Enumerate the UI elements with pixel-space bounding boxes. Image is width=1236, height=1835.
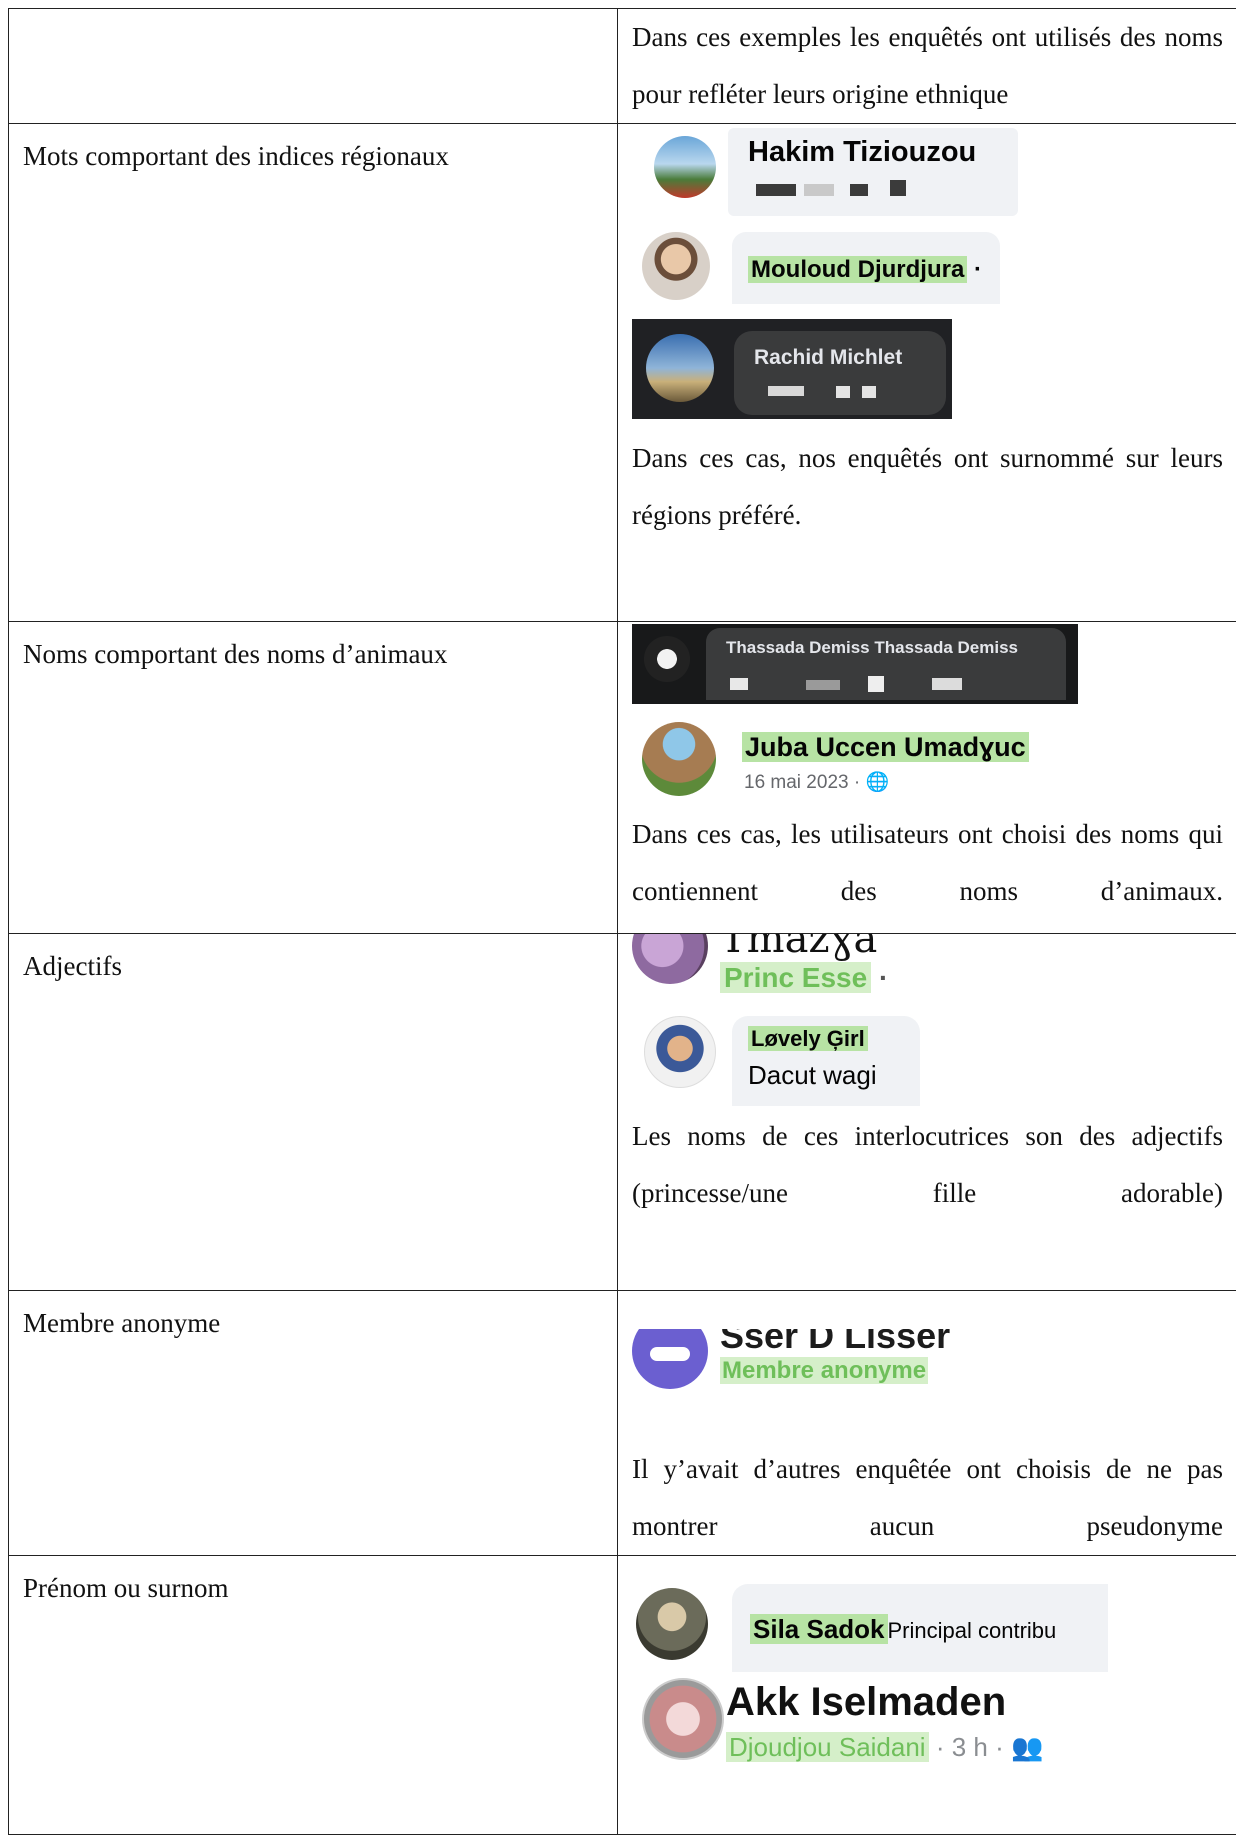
- blurred-text: [862, 386, 876, 398]
- anonymous-badge: Membre anonyme: [720, 1357, 928, 1385]
- blurred-text: [890, 180, 906, 196]
- table-row: Mots comportant des indices régionaux Ha…: [9, 124, 1236, 622]
- table-row: Membre anonyme Sser D Lisser Membre anon…: [9, 1291, 1236, 1556]
- avatar: [644, 636, 690, 682]
- category-cell: Adjectifs: [9, 934, 618, 1291]
- blurred-text: [932, 678, 962, 690]
- profile-name: Princ Esse ·: [720, 962, 888, 994]
- blurred-text: [850, 184, 868, 196]
- comment-bubble: [734, 331, 946, 415]
- blurred-text: [804, 184, 834, 196]
- avatar: [632, 934, 708, 984]
- blurred-text: [868, 676, 884, 692]
- example-cell: Hakim Tiziouzou Mouloud Djurdjura · Rach…: [618, 124, 1236, 622]
- avatar: [642, 1678, 724, 1760]
- comment-text: Dacut wagi: [748, 1060, 877, 1091]
- table-row: Dans ces exemples les enquêtés ont utili…: [9, 9, 1236, 124]
- table-row: Adjectifs Tmazɣa Princ Esse · Løvely Ģir…: [9, 934, 1236, 1291]
- group-icon: 👥: [1011, 1732, 1043, 1762]
- post-meta: Djoudjou Saidani · 3 h · 👥: [726, 1732, 1043, 1763]
- example-cell: Sser D Lisser Membre anonyme Il y’avait …: [618, 1291, 1236, 1556]
- profile-screenshots: Hakim Tiziouzou Mouloud Djurdjura · Rach…: [632, 124, 1236, 424]
- category-cell: [9, 9, 618, 124]
- category-cell: Prénom ou surnom: [9, 1556, 618, 1835]
- profile-name: Hakim Tiziouzou: [748, 136, 976, 169]
- profile-name: Juba Uccen Umadɣuc: [742, 732, 1029, 763]
- blurred-text: [836, 386, 850, 398]
- example-cell: Dans ces exemples les enquêtés ont utili…: [618, 9, 1236, 124]
- explanation-text: Dans ces cas, les utilisateurs ont chois…: [618, 800, 1236, 920]
- blurred-text: [730, 678, 748, 690]
- profile-name: Løvely Ģirl: [748, 1026, 868, 1052]
- category-label: Mots comportant des indices régionaux: [9, 124, 617, 182]
- category-label: Noms comportant des noms d’animaux: [9, 622, 617, 680]
- category-cell: Mots comportant des indices régionaux: [9, 124, 618, 622]
- explanation-text: Dans ces cas, nos enquêtés ont surnommé …: [618, 424, 1236, 544]
- blurred-text: [768, 386, 804, 396]
- profile-name: Thassada Demiss Thassada Demiss: [726, 638, 1018, 658]
- category-cell: Noms comportant des noms d’animaux: [9, 622, 618, 934]
- anonymous-avatar-icon: [632, 1329, 708, 1389]
- blurred-text: [756, 184, 796, 196]
- avatar: [644, 1016, 716, 1088]
- globe-icon: 🌐: [865, 772, 889, 793]
- avatar: [646, 334, 714, 402]
- profile-name: Mouloud Djurdjura ·: [748, 256, 982, 284]
- example-cell: Thassada Demiss Thassada Demiss Juba Ucc…: [618, 622, 1236, 934]
- profile-name: Akk Iselmaden: [726, 1680, 1006, 1725]
- profile-screenshots: Sser D Lisser Membre anonyme: [632, 1329, 1236, 1441]
- category-cell: Membre anonyme: [9, 1291, 618, 1556]
- explanation-text: Il y’avait d’autres enquêtée ont choisis…: [618, 1441, 1236, 1555]
- profile-screenshots: Thassada Demiss Thassada Demiss Juba Ucc…: [632, 622, 1236, 800]
- explanation-text: Les noms de ces interlocutrices son des …: [618, 1106, 1236, 1222]
- profile-name: Sila SadokPrincipal contribu: [750, 1614, 1056, 1645]
- table-row: Prénom ou surnom Sila SadokPrincipal con…: [9, 1556, 1236, 1835]
- category-label: Membre anonyme: [9, 1291, 617, 1349]
- profile-name: Sser D Lisser: [720, 1329, 950, 1357]
- post-meta: 16 mai 2023 · 🌐: [744, 770, 889, 794]
- contributor-badge: Principal contribu: [888, 1618, 1057, 1643]
- profile-screenshots: Sila SadokPrincipal contribu Akk Iselmad…: [632, 1584, 1108, 1784]
- example-cell: Tmazɣa Princ Esse · Løvely Ģirl Dacut wa…: [618, 934, 1236, 1291]
- profile-name: Rachid Michlet: [754, 346, 902, 370]
- category-label: Prénom ou surnom: [9, 1556, 617, 1614]
- avatar: [654, 136, 716, 198]
- avatar: [636, 1588, 708, 1660]
- example-cell: Sila SadokPrincipal contribu Akk Iselmad…: [618, 1556, 1236, 1835]
- table-row: Noms comportant des noms d’animaux Thass…: [9, 622, 1236, 934]
- blurred-text: [806, 680, 840, 690]
- profile-screenshots: Tmazɣa Princ Esse · Løvely Ģirl Dacut wa…: [632, 934, 1236, 1106]
- avatar: [642, 232, 710, 300]
- explanation-text: Dans ces exemples les enquêtés ont utili…: [618, 9, 1236, 123]
- avatar: [642, 722, 716, 796]
- profile-name: Tmazɣa: [720, 934, 877, 962]
- category-label: Adjectifs: [9, 934, 617, 992]
- examples-table: Dans ces exemples les enquêtés ont utili…: [8, 8, 1236, 1835]
